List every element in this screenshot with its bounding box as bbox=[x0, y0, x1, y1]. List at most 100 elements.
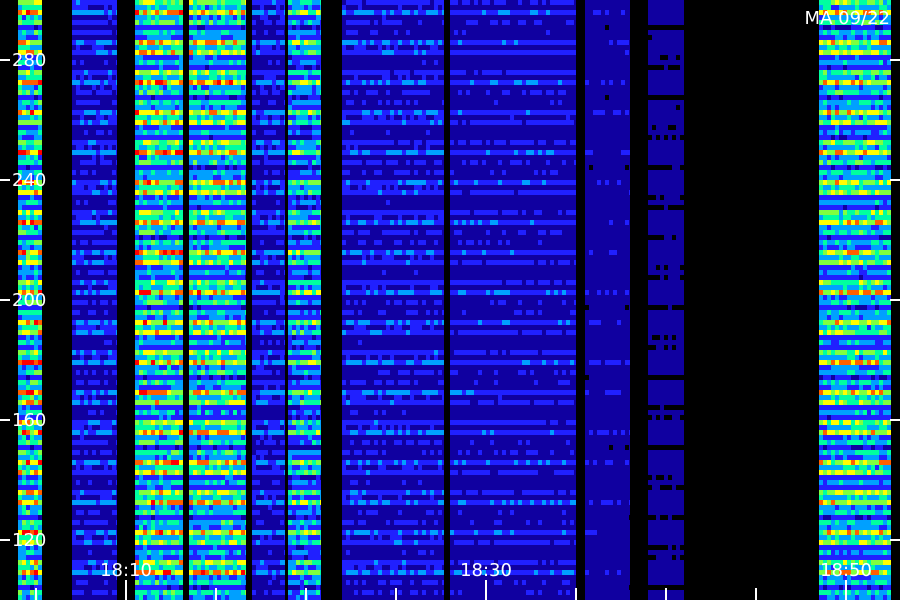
heatmap-cell bbox=[108, 10, 112, 15]
heatmap-cell bbox=[76, 220, 80, 225]
heatmap-cell bbox=[155, 335, 159, 340]
heatmap-cell bbox=[92, 575, 96, 580]
heatmap-cell bbox=[197, 55, 201, 60]
heatmap-cell bbox=[76, 595, 80, 600]
heatmap-cell bbox=[104, 445, 108, 450]
heatmap-cell bbox=[229, 255, 233, 260]
heatmap-cell bbox=[116, 455, 117, 460]
heatmap-cell bbox=[163, 90, 167, 95]
heatmap-cell bbox=[84, 335, 88, 340]
heatmap-cell bbox=[193, 565, 197, 570]
heatmap-cell bbox=[92, 515, 96, 520]
heatmap-cell bbox=[72, 560, 76, 565]
heatmap-cell bbox=[225, 15, 229, 20]
heatmap-cell bbox=[22, 570, 26, 575]
heatmap-cell bbox=[104, 205, 108, 210]
heatmap-cell bbox=[159, 375, 163, 380]
heatmap-cell bbox=[96, 185, 100, 190]
heatmap-cell bbox=[143, 395, 147, 400]
heatmap-cell bbox=[143, 460, 147, 465]
heatmap-cell bbox=[30, 0, 34, 5]
heatmap-cell bbox=[209, 420, 213, 425]
heatmap-cell bbox=[100, 60, 104, 65]
heatmap-cell bbox=[139, 100, 143, 105]
heatmap-cell bbox=[88, 110, 92, 115]
heatmap-cell bbox=[80, 210, 84, 215]
heatmap-cell bbox=[84, 475, 88, 480]
heatmap-cell bbox=[213, 285, 217, 290]
heatmap-cell bbox=[18, 490, 22, 495]
heatmap-cell bbox=[151, 140, 155, 145]
heatmap-cell bbox=[96, 145, 100, 150]
heatmap-cell bbox=[189, 325, 193, 330]
heatmap-cell bbox=[213, 210, 217, 215]
heatmap-cell bbox=[80, 75, 84, 80]
heatmap-cell bbox=[22, 40, 26, 45]
heatmap-cell bbox=[221, 390, 225, 395]
heatmap-cell bbox=[116, 0, 117, 5]
heatmap-cell bbox=[84, 255, 88, 260]
heatmap-cell bbox=[197, 315, 201, 320]
heatmap-cell bbox=[139, 415, 143, 420]
heatmap-cell bbox=[76, 450, 80, 455]
heatmap-cell bbox=[225, 75, 229, 80]
heatmap-cell bbox=[209, 105, 213, 110]
heatmap-cell bbox=[30, 20, 34, 25]
heatmap-cell bbox=[155, 405, 159, 410]
heatmap-cell bbox=[213, 495, 217, 500]
heatmap-cell bbox=[84, 595, 88, 600]
heatmap-cell bbox=[155, 305, 159, 310]
heatmap-cell bbox=[233, 120, 237, 125]
heatmap-cell bbox=[96, 15, 100, 20]
heatmap-cell bbox=[221, 225, 225, 230]
heatmap-cell bbox=[38, 10, 42, 15]
heatmap-cell bbox=[197, 365, 201, 370]
heatmap-cell bbox=[151, 215, 155, 220]
heatmap-cell bbox=[84, 155, 88, 160]
heatmap-cell bbox=[22, 465, 26, 470]
heatmap-cell bbox=[104, 220, 108, 225]
heatmap-cell bbox=[197, 205, 201, 210]
heatmap-cell bbox=[76, 40, 80, 45]
heatmap-cell bbox=[112, 425, 116, 430]
heatmap-cell bbox=[18, 80, 22, 85]
heatmap-cell bbox=[22, 100, 26, 105]
heatmap-cell bbox=[201, 480, 205, 485]
heatmap-cell bbox=[189, 220, 193, 225]
heatmap-cell bbox=[159, 300, 163, 305]
heatmap-cell bbox=[213, 140, 217, 145]
heatmap-cell bbox=[189, 5, 193, 10]
heatmap-cell bbox=[167, 40, 171, 45]
heatmap-cell bbox=[213, 325, 217, 330]
heatmap-cell bbox=[143, 35, 147, 40]
heatmap-cell bbox=[179, 190, 183, 195]
heatmap-cell bbox=[84, 225, 88, 230]
heatmap-cell bbox=[84, 145, 88, 150]
heatmap-cell bbox=[221, 130, 225, 135]
heatmap-cell bbox=[233, 235, 237, 240]
heatmap-cell bbox=[34, 485, 38, 490]
heatmap-cell bbox=[72, 525, 76, 530]
heatmap-cell bbox=[38, 370, 42, 375]
heatmap-cell bbox=[80, 395, 84, 400]
heatmap-cell bbox=[193, 325, 197, 330]
heatmap-cell bbox=[100, 590, 104, 595]
heatmap-cell bbox=[108, 490, 112, 495]
heatmap-cell bbox=[147, 260, 151, 265]
heatmap-cell bbox=[229, 15, 233, 20]
heatmap-cell bbox=[100, 160, 104, 165]
heatmap-cell bbox=[209, 340, 213, 345]
heatmap-cell bbox=[76, 305, 80, 310]
heatmap-cell bbox=[76, 510, 80, 515]
heatmap-cell bbox=[18, 485, 22, 490]
heatmap-cell bbox=[84, 585, 88, 590]
heatmap-cell bbox=[163, 390, 167, 395]
heatmap-cell bbox=[193, 445, 197, 450]
heatmap-cell bbox=[205, 565, 209, 570]
heatmap-cell bbox=[100, 275, 104, 280]
heatmap-cell bbox=[209, 535, 213, 540]
heatmap-cell bbox=[112, 180, 116, 185]
heatmap-cell bbox=[213, 60, 217, 65]
heatmap-cell bbox=[96, 190, 100, 195]
heatmap-cell bbox=[143, 545, 147, 550]
